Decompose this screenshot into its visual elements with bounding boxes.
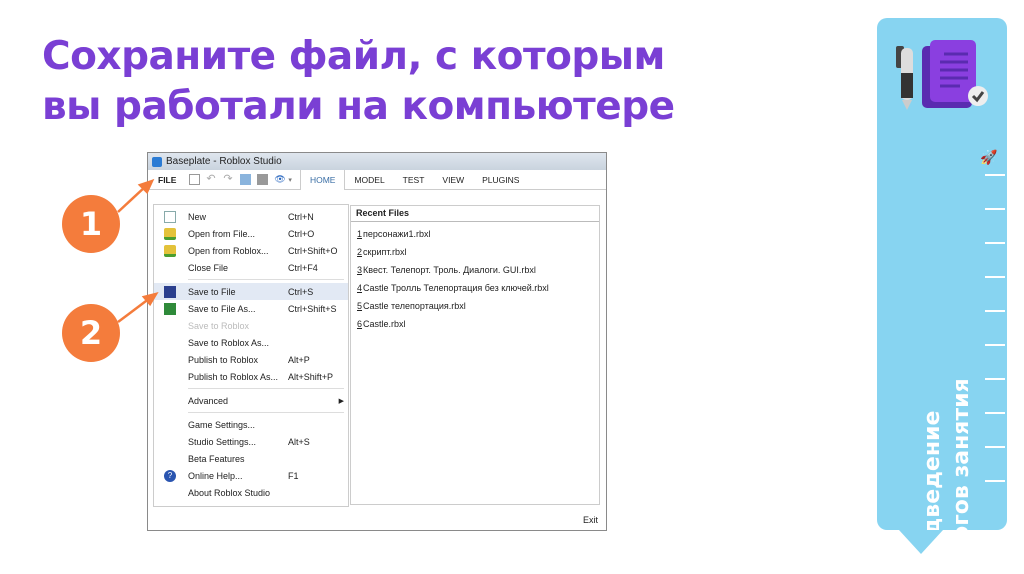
ruler-tick [985,378,1005,380]
sidebar-section-title: Подведение итогов занятия [918,309,976,569]
document-pen-icon [896,40,988,110]
ruler-tick [985,412,1005,414]
ruler-tick [985,242,1005,244]
ruler-tick [985,480,1005,482]
arrow-to-file [117,185,147,213]
arrow-to-save [117,297,151,323]
ruler-tick [985,446,1005,448]
ruler-tick [985,276,1005,278]
ruler-tick [985,344,1005,346]
sidebar-panel: 🚀 Подведение итогов занятия [877,18,1007,569]
ruler-tick [985,208,1005,210]
ruler-tick [985,174,1005,176]
sidebar-title-line-1: Подведение [920,410,945,569]
ruler-tick [985,310,1005,312]
sidebar-title-line-2: итогов занятия [949,378,974,569]
arrows [117,178,159,323]
rocket-icon: 🚀 [980,149,998,165]
